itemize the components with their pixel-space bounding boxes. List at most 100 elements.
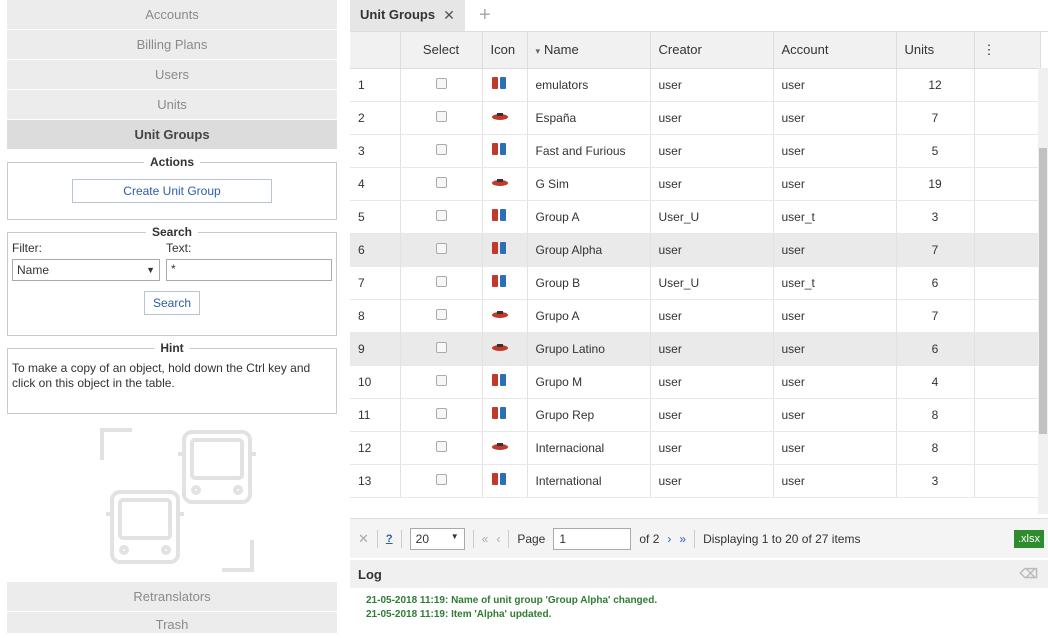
table-row[interactable]: 3 Fast and Furious user user 5: [350, 134, 1041, 168]
row-select-cell: [400, 200, 483, 234]
row-checkbox[interactable]: [435, 374, 447, 386]
row-name[interactable]: Internacional: [527, 431, 651, 465]
car-icon: [491, 342, 509, 356]
prev-page-icon[interactable]: ‹: [496, 532, 500, 546]
row-account: user_t: [773, 266, 897, 300]
sort-desc-icon: ▾: [535, 46, 541, 57]
row-name[interactable]: International: [527, 464, 651, 498]
page-label: Page: [517, 531, 546, 546]
row-name[interactable]: Grupo Latino: [527, 332, 651, 366]
next-page-icon[interactable]: ›: [667, 532, 671, 546]
row-checkbox[interactable]: [435, 110, 447, 122]
tab-unit-groups[interactable]: Unit Groups ✕: [350, 0, 465, 31]
scrollbar-thumb[interactable]: [1039, 148, 1047, 434]
row-checkbox[interactable]: [435, 341, 447, 353]
row-creator: user: [650, 167, 774, 201]
nav-users[interactable]: Users: [7, 60, 337, 89]
row-icon-cell: [482, 431, 528, 465]
table-row[interactable]: 7 Group B User_U user_t 6: [350, 266, 1041, 300]
header-select[interactable]: Select: [400, 32, 483, 69]
table-row[interactable]: 10 Grupo Muser user 4: [350, 365, 1041, 399]
last-page-icon[interactable]: »: [679, 532, 686, 546]
nav-billing-plans[interactable]: Billing Plans: [7, 30, 337, 59]
row-menu-cell: [974, 101, 1041, 135]
page-size-select[interactable]: 20 ▼: [409, 527, 465, 550]
chevron-down-icon: ▼: [146, 265, 155, 275]
actions-panel: Actions Create Unit Group: [7, 155, 337, 220]
divider: [400, 529, 402, 548]
nav-units[interactable]: Units: [7, 90, 337, 119]
row-units: 19: [896, 167, 975, 201]
row-name[interactable]: emulators: [527, 68, 651, 102]
row-menu-cell: [974, 167, 1041, 201]
filter-select[interactable]: Name ▼: [12, 259, 160, 281]
column-menu-icon[interactable]: ⋮: [974, 32, 1041, 69]
search-text-input[interactable]: *: [166, 259, 332, 281]
table-row[interactable]: 1 emulators user user 12: [350, 68, 1041, 102]
row-creator: User_U: [650, 200, 774, 234]
row-name[interactable]: Fast and Furious: [527, 134, 651, 168]
table-row[interactable]: 5 Group A User_U user_t 3: [350, 200, 1041, 234]
row-name[interactable]: Group A: [527, 200, 651, 234]
table-row[interactable]: 11 Grupo Rep user user 8: [350, 398, 1041, 432]
help-icon[interactable]: ?: [386, 533, 393, 545]
table-row[interactable]: 9 Grupo Latino user user 6: [350, 332, 1041, 366]
nav-unit-groups[interactable]: Unit Groups: [7, 120, 337, 149]
row-checkbox[interactable]: [435, 242, 447, 254]
first-page-icon[interactable]: «: [482, 532, 489, 546]
table-row[interactable]: 2 España user user 7: [350, 101, 1041, 135]
header-units[interactable]: Units: [896, 32, 975, 69]
row-name[interactable]: Grupo M: [527, 365, 651, 399]
row-checkbox[interactable]: [435, 176, 447, 188]
nav-accounts[interactable]: Accounts: [7, 0, 337, 29]
header-creator[interactable]: Creator: [650, 32, 774, 69]
unit-icon: [491, 275, 507, 292]
close-icon[interactable]: ✕: [358, 531, 369, 547]
filter-value: Name: [17, 263, 50, 277]
row-name[interactable]: Grupo A: [527, 299, 651, 333]
table-row[interactable]: 12 Internacional user user 8: [350, 431, 1041, 465]
row-checkbox[interactable]: [435, 77, 447, 89]
car-icon: [491, 177, 509, 191]
header-icon[interactable]: Icon: [482, 32, 528, 69]
row-name[interactable]: Grupo Rep: [527, 398, 651, 432]
table-row[interactable]: 13 International user user 3: [350, 464, 1041, 498]
row-account: user: [773, 68, 897, 102]
close-tab-icon[interactable]: ✕: [443, 0, 455, 31]
row-menu-cell: [974, 398, 1041, 432]
table-scrollbar[interactable]: [1038, 68, 1048, 514]
row-units: 7: [896, 101, 975, 135]
header-account[interactable]: Account: [773, 32, 897, 69]
row-icon-cell: [482, 365, 528, 399]
row-creator: user: [650, 233, 774, 267]
row-checkbox[interactable]: [435, 308, 447, 320]
nav-retranslators[interactable]: Retranslators: [7, 582, 337, 611]
row-checkbox[interactable]: [435, 407, 447, 419]
row-icon-cell: [482, 167, 528, 201]
add-tab-icon[interactable]: +: [465, 0, 505, 31]
row-select-cell: [400, 233, 483, 267]
row-name[interactable]: Group Alpha: [527, 233, 651, 267]
export-xlsx-button[interactable]: .xlsx: [1014, 529, 1044, 548]
row-name[interactable]: España: [527, 101, 651, 135]
create-unit-group-button[interactable]: Create Unit Group: [72, 179, 272, 203]
row-checkbox[interactable]: [435, 440, 447, 452]
table-row[interactable]: 4G Sim user user 19: [350, 167, 1041, 201]
page-size-value: 20: [415, 531, 429, 546]
table-row[interactable]: 8 Grupo Auser user 7: [350, 299, 1041, 333]
row-checkbox[interactable]: [435, 473, 447, 485]
row-checkbox[interactable]: [435, 143, 447, 155]
row-index: 5: [350, 200, 401, 234]
row-name[interactable]: G Sim: [527, 167, 651, 201]
row-units: 3: [896, 200, 975, 234]
table-row[interactable]: 6 Group Alpha user user 7: [350, 233, 1041, 267]
row-name[interactable]: Group B: [527, 266, 651, 300]
row-checkbox[interactable]: [435, 275, 447, 287]
eraser-icon[interactable]: ⌫: [1020, 566, 1038, 582]
search-button[interactable]: Search: [143, 291, 201, 315]
row-icon-cell: [482, 332, 528, 366]
page-number-input[interactable]: 1: [553, 527, 632, 550]
nav-trash[interactable]: Trash: [7, 612, 337, 633]
row-checkbox[interactable]: [435, 209, 447, 221]
header-name[interactable]: ▾ Name: [527, 32, 651, 69]
